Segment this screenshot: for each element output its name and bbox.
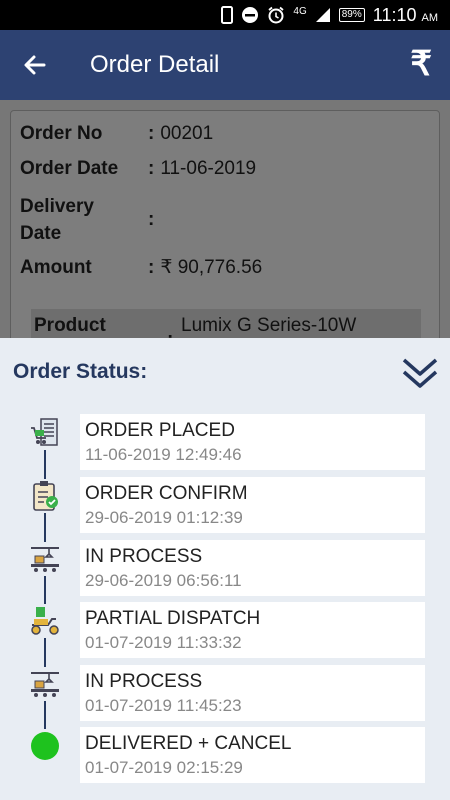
amount-value: ₹ 90,776.56 [160,257,263,278]
timeline-step: IN PROCESS 01-07-2019 11:45:23 [0,665,450,721]
clipboard-check-icon [28,479,62,513]
timeline-step: ORDER CONFIRM 29-06-2019 01:12:39 [0,477,450,533]
conveyor-icon [28,542,62,576]
step-time: 01-07-2019 02:15:29 [85,758,243,777]
order-date-label: Order Date [20,158,119,179]
green-dot-icon [28,729,62,763]
do-not-disturb-icon [241,6,259,24]
order-status-title: Order Status: [13,360,148,383]
order-date-value: 11-06-2019 [160,158,257,179]
step-name: DELIVERED + CANCEL [85,733,292,754]
step-name: IN PROCESS [85,671,203,692]
step-time: 29-06-2019 06:56:11 [85,571,242,590]
step-time: 11-06-2019 12:49:46 [85,445,242,464]
step-time: 01-07-2019 11:33:32 [85,633,242,652]
step-card: ORDER PLACED 11-06-2019 12:49:46 [80,414,425,470]
cart-list-icon [28,416,62,450]
product-label: Product [34,315,106,336]
clock: 11:10 AM [372,4,438,25]
order-status-sheet: Order Status: ORDER PLACED 11-06-2019 12… [0,338,450,800]
step-name: ORDER CONFIRM [85,483,248,504]
scooter-delivery-icon [28,604,62,638]
step-card: PARTIAL DISPATCH 01-07-2019 11:33:32 [80,602,425,658]
page-title: Order Detail [90,51,220,78]
step-name: PARTIAL DISPATCH [85,608,261,629]
step-time: 01-07-2019 11:45:23 [85,696,242,715]
timeline-step: ORDER PLACED 11-06-2019 12:49:46 [0,414,450,470]
status-bar: 4G 89% 11:10 AM [0,0,450,30]
order-no-row: Order No:00201 [20,123,214,144]
delivery-date-row: Delivery Date: [20,193,160,247]
network-label: 4G [293,5,307,17]
rupee-icon[interactable]: ₹ [410,44,432,84]
step-card: DELIVERED + CANCEL 01-07-2019 02:15:29 [80,727,425,783]
order-detail-background: Order No:00201 Order Date:11-06-2019 Del… [0,100,450,360]
alarm-icon [267,6,285,24]
delivery-date-label: Delivery Date [20,196,94,244]
step-time: 29-06-2019 01:12:39 [85,508,243,527]
collapse-chevron-icon[interactable] [400,352,440,392]
product-value: Lumix G Series-10W [181,315,357,336]
amount-label: Amount [20,257,92,278]
step-name: ORDER PLACED [85,420,235,441]
amount-row: Amount: ₹ 90,776.56 [20,257,263,278]
order-date-row: Order Date:11-06-2019 [20,158,257,179]
step-card: ORDER CONFIRM 29-06-2019 01:12:39 [80,477,425,533]
order-summary-card: Order No:00201 Order Date:11-06-2019 Del… [10,110,440,360]
timeline-step: PARTIAL DISPATCH 01-07-2019 11:33:32 [0,602,450,658]
step-card: IN PROCESS 29-06-2019 06:56:11 [80,540,425,596]
order-no-value: 00201 [160,123,214,144]
back-arrow-icon[interactable] [20,50,50,80]
order-no-label: Order No [20,123,103,144]
app-bar: Order Detail ₹ [0,30,450,100]
step-card: IN PROCESS 01-07-2019 11:45:23 [80,665,425,721]
conveyor-icon [28,667,62,701]
phone-icon [221,6,234,24]
timeline-step: IN PROCESS 29-06-2019 06:56:11 [0,540,450,596]
battery-indicator: 89% [338,8,365,22]
step-name: IN PROCESS [85,546,203,567]
timeline-step: DELIVERED + CANCEL 01-07-2019 02:15:29 [0,727,450,783]
signal-icon [315,7,331,23]
